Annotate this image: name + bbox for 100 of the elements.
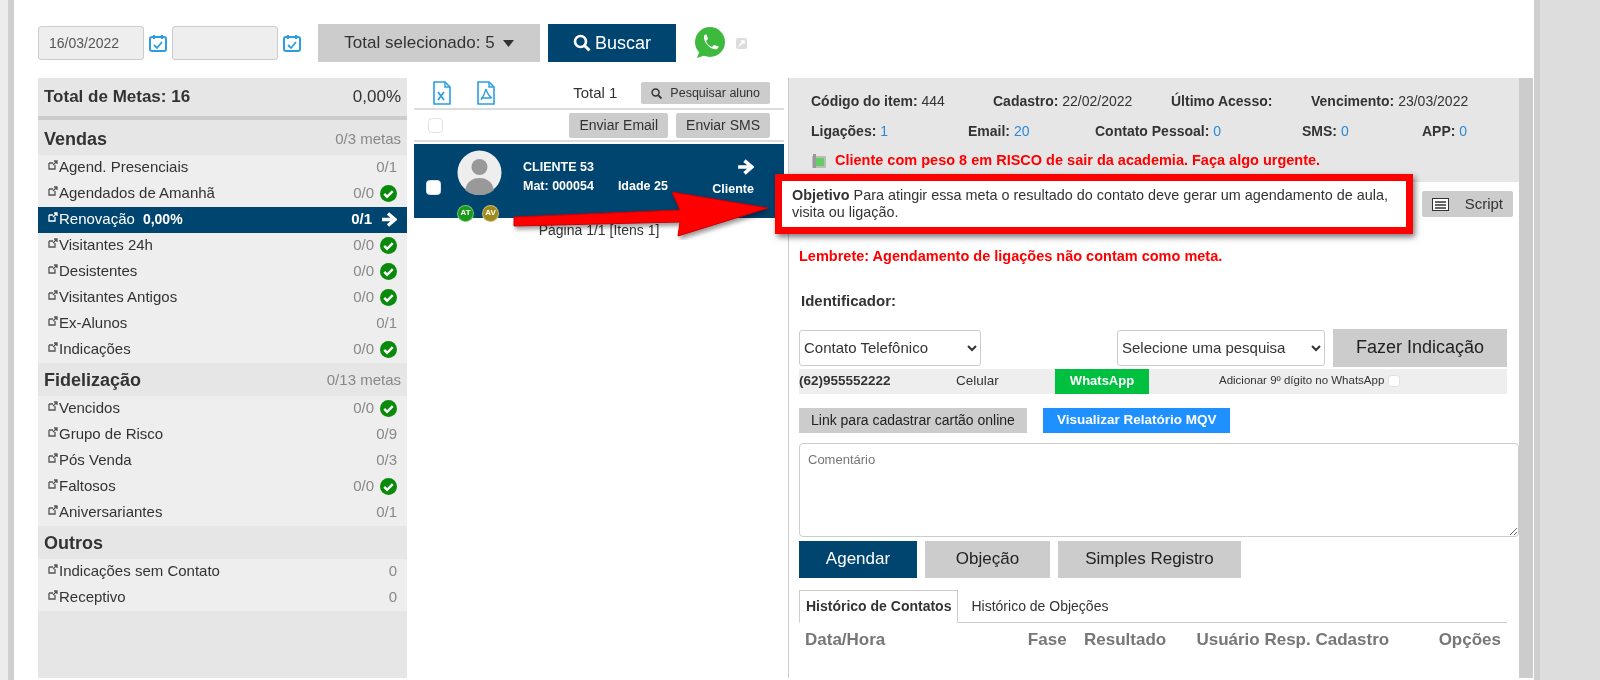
whatsapp-icon[interactable] [692, 25, 728, 61]
goal-label: Grupo de Risco [59, 424, 164, 445]
goal-count: 0/0 [353, 287, 374, 308]
goal-count: 0/0 [353, 235, 374, 256]
client-age: Idade 25 [617, 177, 668, 195]
make-referral-button[interactable]: Fazer Indicação [1333, 328, 1507, 367]
action-button[interactable]: Simples Registro [1058, 540, 1241, 578]
goal-item[interactable]: Vencidos 0/0 [38, 395, 407, 422]
external-link-icon [48, 504, 58, 515]
external-link-icon [48, 289, 58, 300]
date-field[interactable] [172, 26, 278, 60]
client-name: CLIENTE 53 [523, 159, 595, 176]
goal-count: 0/1 [376, 313, 397, 334]
send-email-button[interactable]: Enviar Email [569, 112, 669, 138]
goal-percent: 0,00% [142, 210, 183, 229]
external-link-icon [48, 263, 58, 274]
goal-count: 0/0 [353, 183, 374, 204]
goal-item[interactable]: Grupo de Risco 0/9 [38, 421, 407, 448]
goal-count: 0/1 [376, 502, 397, 523]
goal-item[interactable]: Aniversariantes 0/1 [38, 499, 407, 526]
goal-item[interactable]: Pós Venda 0/3 [38, 447, 407, 474]
comment-field[interactable]: Comentário [799, 442, 1519, 537]
identifier-label: Identificador: [801, 291, 897, 312]
goal-item[interactable]: Agendados de Amanhã 0/0 [38, 180, 407, 207]
goal-label: Desistentes [59, 261, 138, 282]
goal-label: Agendados de Amanhã [59, 183, 215, 204]
excel-file-icon[interactable] [432, 80, 452, 106]
script-icon [1431, 197, 1449, 211]
goal-item[interactable]: Faltosos 0/0 [38, 473, 407, 500]
arrow-right-icon [380, 211, 397, 228]
goal-item[interactable]: Indicações 0/0 [38, 336, 407, 363]
external-link-icon [48, 185, 58, 196]
goal-count: 0 [388, 587, 397, 608]
caret-icon [502, 39, 514, 47]
info-field: Vencimento: 23/03/2022 [1311, 90, 1469, 112]
column-header: Data/Hora [805, 628, 887, 651]
ninth-digit-label: Adicionar 9º dígito no WhatsApp [1219, 373, 1385, 389]
goal-count: 0/3 [376, 450, 397, 471]
group-count: 0/13 metas [326, 369, 401, 390]
goal-item[interactable]: Visitantes Antigos 0/0 [38, 284, 407, 311]
total-count: Total 1 [573, 82, 618, 103]
date-field[interactable]: 16/03/2022 [38, 26, 144, 60]
status-tag: AV [482, 204, 499, 222]
action-button[interactable]: Objeção [925, 540, 1050, 578]
selection-dropdown[interactable]: Total selecionado: 5 [318, 24, 540, 62]
external-link-icon [48, 237, 58, 248]
column-header: Usuário Resp. Cadastro [1196, 628, 1391, 651]
goal-item[interactable]: Receptivo 0 [38, 584, 407, 611]
history-tab[interactable]: Histórico de Objeções [964, 589, 1116, 623]
info-field: Cadastro: 22/02/2022 [993, 90, 1171, 112]
goal-label: Agend. Presenciais [59, 157, 189, 178]
goal-label: Pós Venda [59, 450, 132, 471]
action-button[interactable]: Agendar [799, 540, 917, 578]
group-title: Vendas [44, 127, 108, 151]
goal-count: 0/1 [351, 209, 372, 230]
external-link-icon [48, 211, 58, 222]
external-link-icon [48, 478, 58, 489]
phone-type: Celular [956, 371, 1000, 390]
external-link-icon [48, 563, 58, 574]
info-field: Último Acesso: [1171, 90, 1311, 112]
goal-item[interactable]: Renovação 0,00% 0/1 [38, 206, 407, 233]
goal-label: Aniversariantes [59, 502, 163, 523]
goal-item[interactable]: Visitantes 24h 0/0 [38, 232, 407, 259]
goal-item[interactable]: Desistentes 0/0 [38, 258, 407, 285]
goal-item[interactable]: Indicações sem Contato 0 [38, 558, 407, 585]
external-link-icon [48, 341, 58, 352]
info-field: APP: 0 [1422, 120, 1468, 142]
select-all-checkbox[interactable] [428, 117, 443, 133]
goal-item[interactable]: Ex-Alunos 0/1 [38, 310, 407, 337]
survey-select[interactable]: Selecione uma pesquisa [1117, 329, 1325, 366]
calendar-icon[interactable] [282, 33, 302, 53]
external-link-icon [48, 400, 58, 411]
external-link-icon [48, 315, 58, 326]
calendar-icon[interactable] [148, 33, 168, 53]
group-title: Outros [44, 531, 103, 555]
pdf-file-icon[interactable] [476, 80, 496, 106]
send-sms-button[interactable]: Enviar SMS [676, 112, 770, 138]
group-title: Fidelização [44, 368, 142, 392]
history-tab[interactable]: Histórico de Contatos [799, 589, 959, 623]
contact-type-select[interactable]: Contato Telefônico [799, 329, 981, 366]
client-checkbox[interactable] [426, 180, 441, 195]
client-status: Cliente [712, 181, 754, 198]
goal-label: Renovação [59, 209, 135, 230]
ninth-digit-checkbox[interactable] [1388, 375, 1401, 388]
info-field: Ligações: 1 [811, 120, 968, 142]
search-button[interactable]: Buscar [548, 24, 676, 62]
card-link-button[interactable]: Link para cadastrar cartão online [799, 407, 1027, 433]
script-button[interactable]: Script [1421, 191, 1513, 218]
goal-label: Visitantes 24h [59, 235, 153, 256]
search-student-button[interactable]: Pesquisar aluno [641, 81, 770, 105]
goal-label: Indicações [59, 339, 131, 360]
goal-count: 0/1 [376, 157, 397, 178]
phone-number: (62)955552222 [799, 371, 892, 390]
goal-item[interactable]: Agend. Presenciais 0/1 [38, 154, 407, 181]
info-field: Código do item: 444 [811, 90, 993, 112]
objective-note: Objetivo Para atingir essa meta o resultado do contato deve gerar um agendamento de aula, visita ou ligação. [775, 173, 1413, 235]
pagination-text: Página 1/1 [Itens 1] [537, 221, 661, 240]
goal-count: 0/0 [353, 476, 374, 497]
info-field: Email: 20 [968, 120, 1095, 142]
info-field: Contato Pessoal: 0 [1095, 120, 1302, 142]
